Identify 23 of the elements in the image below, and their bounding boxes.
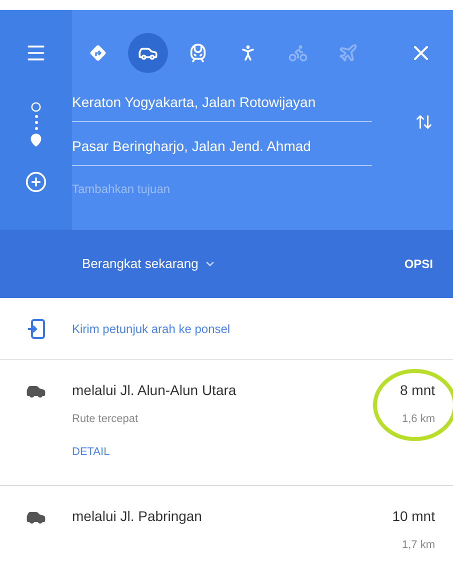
travel-mode-tab[interactable]	[128, 33, 168, 73]
route-duration: 10 mnt	[392, 507, 435, 526]
options-button[interactable]: OPSI	[404, 255, 433, 273]
details-link[interactable]: DETAIL	[72, 444, 110, 460]
bicycle-icon	[288, 43, 308, 63]
destination-pin-icon	[29, 133, 43, 147]
send-to-phone-link[interactable]: Kirim petunjuk arah ke ponsel	[72, 320, 230, 338]
origin-circle-icon	[31, 102, 41, 112]
route-distance: 1,7 km	[402, 538, 435, 553]
depart-time-dropdown[interactable]: Berangkat sekarang	[82, 254, 216, 274]
route-name: melalui Jl. Pabringan	[72, 507, 203, 526]
route-name: melalui Jl. Alun-Alun Utara	[72, 381, 238, 400]
add-destination-button[interactable]	[25, 171, 47, 193]
swap-button[interactable]	[415, 113, 433, 131]
origin-field[interactable]: Keraton Yogyakarta, Jalan Rotowijayan	[72, 78, 372, 122]
route-distance: 1,6 km	[402, 412, 435, 427]
plane-icon	[338, 43, 358, 63]
route-note: Rute tercepat	[72, 412, 140, 427]
train-icon	[188, 43, 208, 63]
send-to-phone-icon	[27, 318, 45, 338]
route-duration: 8 mnt	[400, 381, 435, 400]
add-destination-field[interactable]: Tambahkan tujuan	[72, 180, 372, 198]
destination-field[interactable]: Pasar Beringharjo, Jalan Jend. Ahmad	[72, 122, 372, 166]
